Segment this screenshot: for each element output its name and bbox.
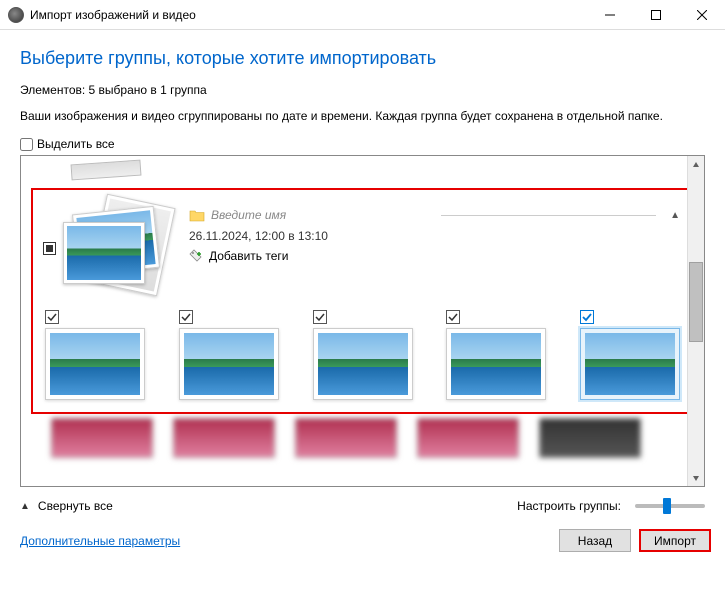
maximize-button[interactable]: [633, 0, 679, 30]
photo-checkbox[interactable]: [45, 310, 59, 324]
photo-thumbnail[interactable]: [446, 310, 546, 400]
import-button[interactable]: Импорт: [639, 529, 711, 552]
groups-list: Введите имя ▲ 26.11.2024, 12:00 в 13:10 …: [20, 155, 705, 487]
photo-thumbnail[interactable]: [313, 310, 413, 400]
group-checkbox[interactable]: [43, 242, 56, 255]
page-title: Выберите группы, которые хотите импортир…: [20, 48, 705, 69]
back-button[interactable]: Назад: [559, 529, 631, 552]
titlebar: Импорт изображений и видео: [0, 0, 725, 30]
divider: [441, 215, 657, 216]
group-thumbnail-stack[interactable]: [45, 204, 175, 294]
add-tags-link[interactable]: Добавить теги: [189, 249, 680, 263]
close-button[interactable]: [679, 0, 725, 30]
group-name-input[interactable]: Введите имя: [211, 208, 427, 223]
photo-checkbox[interactable]: [179, 310, 193, 324]
photo-thumbnail[interactable]: [45, 310, 145, 400]
collapse-all-link[interactable]: Свернуть все: [38, 499, 113, 513]
collapse-all-icon[interactable]: ▲: [20, 501, 30, 512]
select-all-checkbox[interactable]: Выделить все: [20, 137, 705, 151]
selection-summary: Элементов: 5 выбрано в 1 группа: [20, 83, 705, 97]
photo-checkbox[interactable]: [446, 310, 460, 324]
previous-group-peek: [51, 162, 674, 182]
scroll-down-button[interactable]: [688, 469, 704, 486]
minimize-button[interactable]: [587, 0, 633, 30]
group-adjust-slider[interactable]: [635, 504, 705, 508]
more-options-link[interactable]: Дополнительные параметры: [20, 534, 180, 548]
photo-checkbox[interactable]: [313, 310, 327, 324]
next-group-peek: [51, 418, 674, 458]
photo-checkbox[interactable]: [580, 310, 594, 324]
group-date: 26.11.2024, 12:00 в 13:10: [189, 229, 680, 243]
window-title: Импорт изображений и видео: [30, 8, 587, 22]
adjust-groups-label: Настроить группы:: [517, 499, 621, 513]
scroll-up-button[interactable]: [688, 156, 704, 173]
tag-icon: [189, 249, 203, 263]
slider-thumb[interactable]: [663, 498, 671, 514]
photo-thumbnail[interactable]: [179, 310, 279, 400]
add-tags-label: Добавить теги: [209, 249, 288, 263]
group-item: Введите имя ▲ 26.11.2024, 12:00 в 13:10 …: [31, 188, 694, 414]
scrollbar-thumb[interactable]: [689, 262, 703, 342]
select-all-input[interactable]: [20, 138, 33, 151]
folder-icon: [189, 209, 205, 222]
select-all-label: Выделить все: [37, 137, 115, 151]
photo-thumbnail[interactable]: [580, 310, 680, 400]
scrollbar[interactable]: [687, 156, 704, 486]
description-text: Ваши изображения и видео сгруппированы п…: [20, 109, 705, 123]
collapse-group-icon[interactable]: ▲: [670, 210, 680, 221]
app-icon: [8, 7, 24, 23]
